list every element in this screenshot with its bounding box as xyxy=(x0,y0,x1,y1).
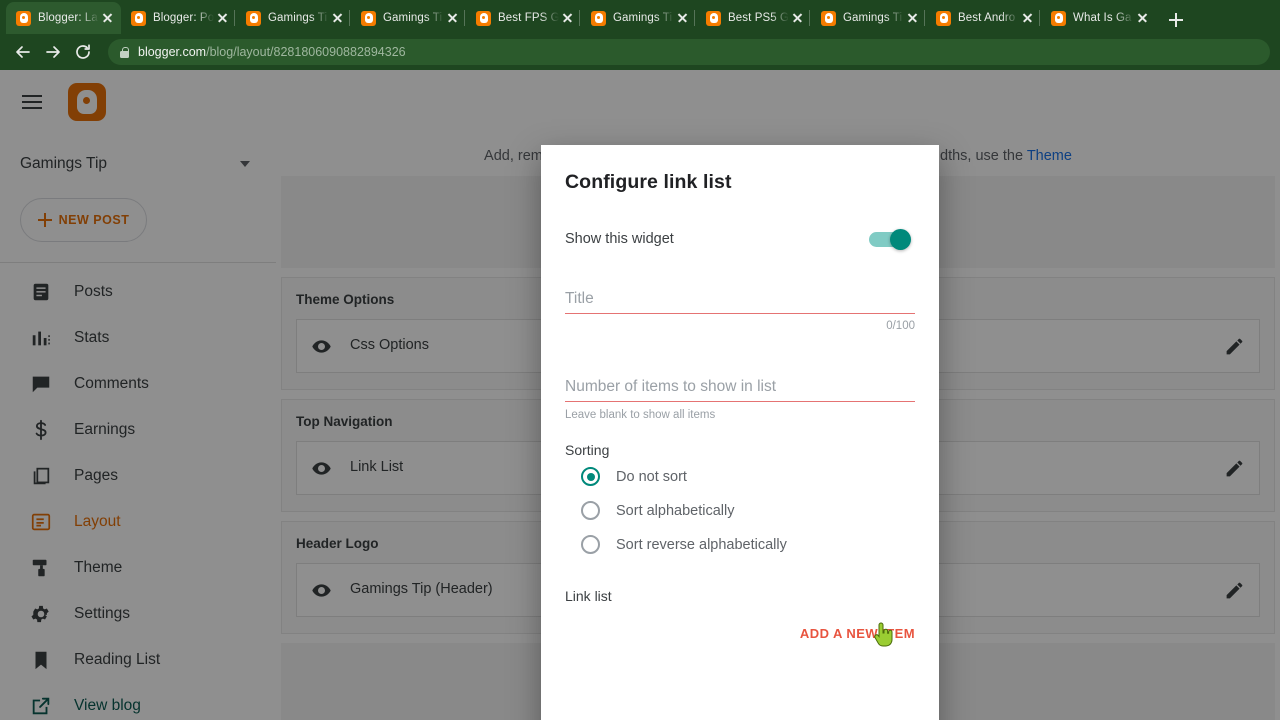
blogger-favicon xyxy=(16,10,31,26)
browser-tab[interactable]: Blogger: La xyxy=(6,2,121,34)
page-viewport: Gamings Tip NEW POST Posts Stats Comments E… xyxy=(0,70,1280,720)
radio-button[interactable] xyxy=(581,535,600,554)
tab-title: What Is Ga xyxy=(1073,12,1132,24)
close-icon[interactable] xyxy=(1136,11,1150,25)
browser-tab[interactable]: Blogger: Po xyxy=(121,2,236,34)
close-icon[interactable] xyxy=(1021,11,1035,25)
close-icon[interactable] xyxy=(676,11,690,25)
tab-title: Best FPS Ga xyxy=(498,12,559,24)
close-icon[interactable] xyxy=(791,11,805,25)
sorting-option-label: Sort reverse alphabetically xyxy=(616,536,787,553)
sorting-label: Sorting xyxy=(565,442,610,458)
sorting-option-label: Do not sort xyxy=(616,468,687,485)
title-char-counter: 0/100 xyxy=(886,320,915,332)
blogger-favicon xyxy=(1051,10,1066,26)
blogger-favicon xyxy=(591,10,606,26)
close-icon[interactable] xyxy=(216,11,230,25)
url-domain: blogger.com xyxy=(138,45,207,59)
close-icon[interactable] xyxy=(331,11,345,25)
browser-tab[interactable]: Gamings Ti xyxy=(579,2,696,34)
browser-tab[interactable]: Best Andro xyxy=(924,2,1041,34)
browser-tab[interactable]: What Is Ga xyxy=(1039,2,1156,34)
tab-separator xyxy=(349,10,350,26)
browser-tab[interactable]: Best FPS Ga xyxy=(464,2,581,34)
blogger-favicon xyxy=(361,10,376,26)
item-count-helper: Leave blank to show all items xyxy=(565,409,716,421)
tab-title: Best PS5 Ga xyxy=(728,12,789,24)
item-count-field-group: Leave blank to show all items xyxy=(565,372,915,421)
toggle-thumb xyxy=(890,229,911,250)
browser-tab[interactable]: Gamings Ti xyxy=(809,2,926,34)
tab-title: Blogger: Po xyxy=(153,12,214,24)
tab-separator xyxy=(579,10,580,26)
tab-title: Gamings Ti xyxy=(843,12,903,24)
lock-icon xyxy=(120,46,129,58)
tab-title: Gamings Ti xyxy=(268,12,328,24)
title-input[interactable] xyxy=(565,284,915,314)
dialog-title: Configure link list xyxy=(565,171,732,193)
show-widget-row: Show this widget xyxy=(565,226,915,252)
browser-toolbar: blogger.com/blog/layout/8281806090882894… xyxy=(0,34,1280,70)
forward-arrow-icon[interactable] xyxy=(40,39,66,65)
address-bar[interactable]: blogger.com/blog/layout/8281806090882894… xyxy=(108,39,1270,65)
sorting-option[interactable]: Sort alphabetically xyxy=(565,495,915,526)
url-text: blogger.com/blog/layout/8281806090882894… xyxy=(138,45,406,59)
close-icon[interactable] xyxy=(446,11,460,25)
browser-tab[interactable]: Gamings Ti xyxy=(349,2,466,34)
reload-icon[interactable] xyxy=(70,39,96,65)
show-widget-toggle[interactable] xyxy=(869,229,915,250)
new-tab-button[interactable] xyxy=(1162,6,1190,34)
blogger-favicon xyxy=(476,10,491,26)
configure-link-list-dialog: Configure link list Show this widget 0/1… xyxy=(541,145,939,720)
tab-title: Gamings Ti xyxy=(383,12,443,24)
tab-title: Gamings Ti xyxy=(613,12,673,24)
sorting-option-label: Sort alphabetically xyxy=(616,502,735,519)
radio-button[interactable] xyxy=(581,467,600,486)
blogger-favicon xyxy=(246,10,261,26)
tab-separator xyxy=(464,10,465,26)
title-field-group: 0/100 xyxy=(565,284,915,332)
close-icon[interactable] xyxy=(561,11,575,25)
add-item-row: ADD A NEW ITEM xyxy=(565,626,915,641)
sorting-radio-group: Do not sort Sort alphabetically Sort rever… xyxy=(565,461,915,560)
tab-separator xyxy=(924,10,925,26)
tab-separator xyxy=(1039,10,1040,26)
blogger-favicon xyxy=(936,10,951,26)
tab-title: Best Andro xyxy=(958,12,1016,24)
url-path: /blog/layout/8281806090882894326 xyxy=(206,45,406,59)
item-count-input[interactable] xyxy=(565,372,915,402)
back-arrow-icon[interactable] xyxy=(10,39,36,65)
tab-strip: Blogger: La Blogger: Po Gamings Ti Gamings … xyxy=(0,0,1280,34)
show-widget-label: Show this widget xyxy=(565,231,674,247)
radio-button[interactable] xyxy=(581,501,600,520)
blogger-favicon xyxy=(131,10,146,26)
browser-chrome: Blogger: La Blogger: Po Gamings Ti Gamings … xyxy=(0,0,1280,70)
browser-tab[interactable]: Gamings Ti xyxy=(234,2,351,34)
sorting-option[interactable]: Sort reverse alphabetically xyxy=(565,529,915,560)
tab-separator xyxy=(809,10,810,26)
tab-separator xyxy=(234,10,235,26)
sorting-option[interactable]: Do not sort xyxy=(565,461,915,492)
blogger-favicon xyxy=(821,10,836,26)
blogger-favicon xyxy=(706,10,721,26)
tab-separator xyxy=(694,10,695,26)
close-icon[interactable] xyxy=(101,11,115,25)
browser-tab[interactable]: Best PS5 Ga xyxy=(694,2,811,34)
link-list-label: Link list xyxy=(565,588,612,604)
add-a-new-item-button[interactable]: ADD A NEW ITEM xyxy=(800,626,915,641)
tab-title: Blogger: La xyxy=(38,12,98,24)
close-icon[interactable] xyxy=(906,11,920,25)
